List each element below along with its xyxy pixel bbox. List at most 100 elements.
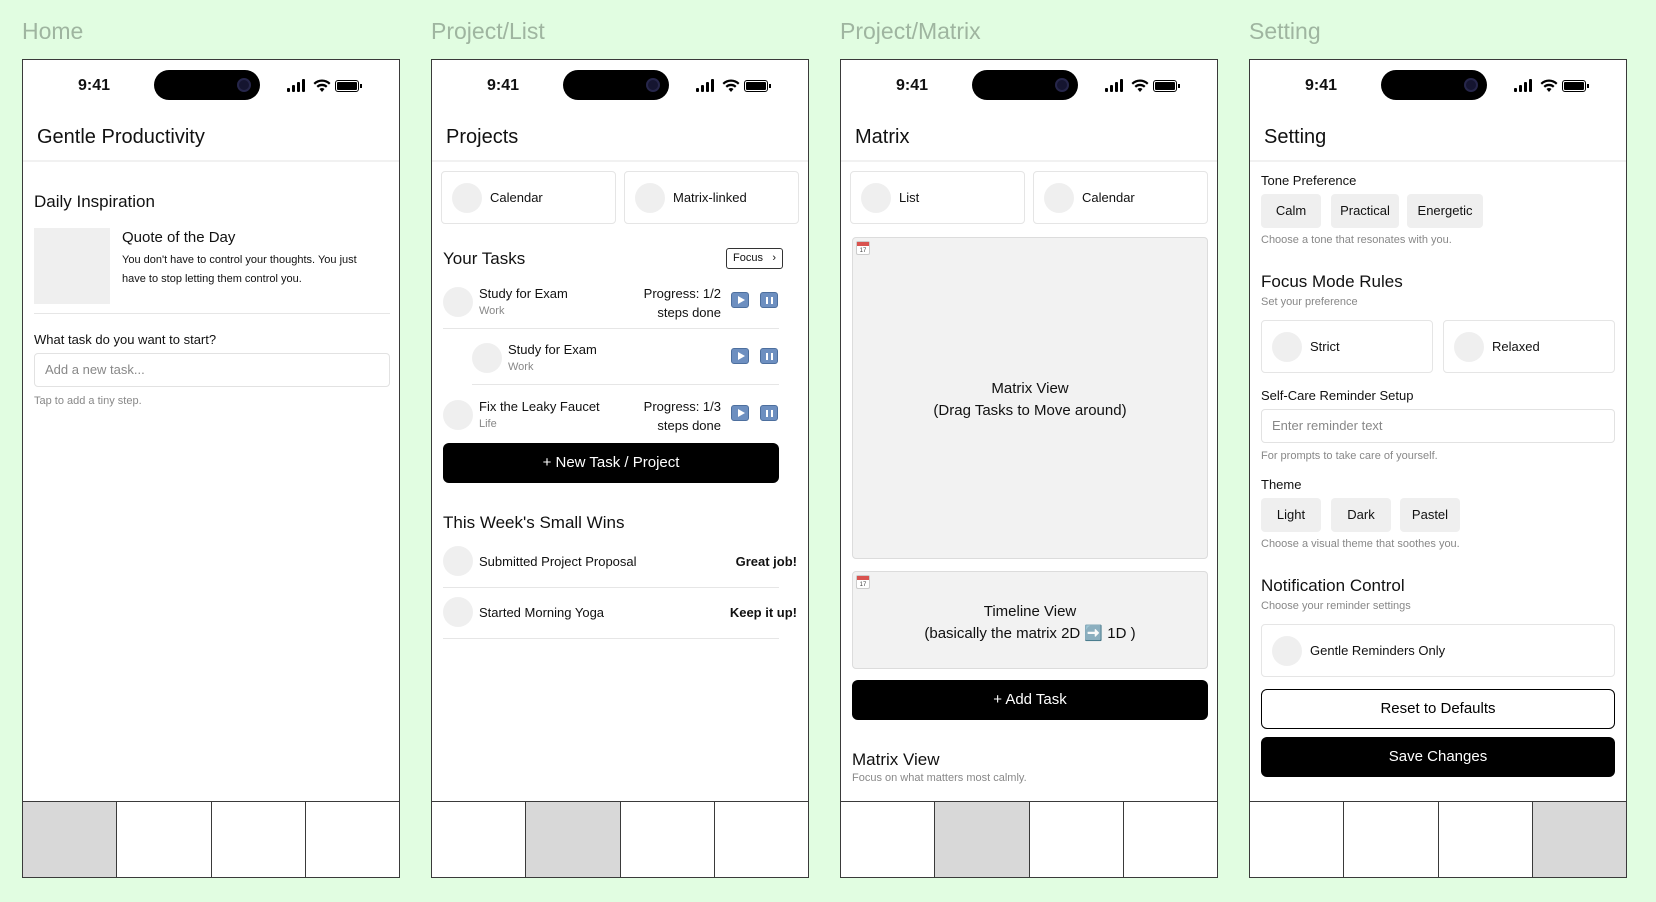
dynamic-island <box>563 70 669 100</box>
status-time: 9:41 <box>487 77 520 94</box>
calendar-icon: 17 <box>856 241 870 255</box>
tone-option-calm[interactable]: Calm <box>1261 194 1321 228</box>
tab-settings[interactable] <box>305 802 399 877</box>
tab-projects[interactable] <box>117 802 212 877</box>
header-divider <box>23 160 399 162</box>
tab-bar <box>23 801 399 877</box>
focus-label: Focus <box>733 252 763 264</box>
view-list-button[interactable]: List <box>850 171 1025 224</box>
add-task-button[interactable]: + Add Task <box>852 680 1208 720</box>
reset-defaults-button[interactable]: Reset to Defaults <box>1261 689 1615 729</box>
reminder-text-input[interactable]: Enter reminder text <box>1261 409 1615 443</box>
focus-relaxed-label: Relaxed <box>1492 339 1540 354</box>
quote-text: You don't have to control your thoughts.… <box>122 254 357 285</box>
focus-strict-label: Strict <box>1310 339 1340 354</box>
tab-projects[interactable] <box>1344 802 1439 877</box>
new-task-input[interactable]: Add a new task... <box>34 353 390 387</box>
task-name[interactable]: Study for Exam <box>508 342 597 357</box>
task-name[interactable]: Study for Exam <box>479 286 568 301</box>
theme-option-pastel[interactable]: Pastel <box>1400 498 1460 532</box>
status-bar: 9:41 <box>23 70 399 100</box>
home-screen: 9:41 Gentle Productivity Daily Inspirati… <box>22 59 400 878</box>
pause-icon[interactable] <box>760 405 778 421</box>
tab-bar <box>841 801 1217 877</box>
tab-matrix[interactable] <box>211 802 306 877</box>
dynamic-island <box>972 70 1078 100</box>
view-matrix-linked-button[interactable]: Matrix-linked <box>624 171 799 224</box>
gentle-reminders-option[interactable]: Gentle Reminders Only <box>1261 624 1615 677</box>
screen-label-matrix: Project/Matrix <box>840 18 981 44</box>
calendar-icon <box>1044 183 1074 213</box>
page-title: Projects <box>446 126 519 148</box>
screen-label-home: Home <box>22 18 84 44</box>
section-title-tasks: Your Tasks <box>443 249 526 268</box>
save-changes-button[interactable]: Save Changes <box>1261 737 1615 777</box>
tab-projects[interactable] <box>526 802 621 877</box>
status-bar: 9:41 <box>1250 70 1626 100</box>
tab-home[interactable] <box>432 802 527 877</box>
header-divider <box>841 160 1217 162</box>
status-bar: 9:41 <box>841 70 1217 100</box>
focus-strict-option[interactable]: Strict <box>1261 320 1433 373</box>
tab-settings[interactable] <box>1123 802 1217 877</box>
radio-icon <box>1272 332 1302 362</box>
project-matrix-screen: 9:41 Matrix List Calendar 17 Matrix View… <box>840 59 1218 878</box>
screen-label-list: Project/List <box>431 18 545 44</box>
tab-matrix[interactable] <box>1438 802 1533 877</box>
focus-relaxed-option[interactable]: Relaxed <box>1443 320 1615 373</box>
win-badge: Great job! <box>735 554 797 569</box>
task-name[interactable]: Fix the Leaky Faucet <box>479 399 600 414</box>
theme-option-light[interactable]: Light <box>1261 498 1321 532</box>
project-list-screen: 9:41 Projects Calendar Matrix-linked You… <box>431 59 809 878</box>
pause-icon[interactable] <box>760 348 778 364</box>
play-icon[interactable] <box>731 348 749 364</box>
pause-icon[interactable] <box>760 292 778 308</box>
list-icon <box>861 183 891 213</box>
focus-title: Focus Mode Rules <box>1261 272 1403 291</box>
view-list-label: List <box>899 190 920 205</box>
header-divider <box>432 160 808 162</box>
notification-title: Notification Control <box>1261 576 1405 595</box>
task-progress: Progress: 1/2 steps done <box>643 286 721 320</box>
tab-projects[interactable] <box>935 802 1030 877</box>
win-icon <box>443 546 473 576</box>
task-icon <box>443 400 473 430</box>
tab-bar <box>432 801 808 877</box>
tab-home[interactable] <box>841 802 936 877</box>
signal-icon <box>287 79 307 93</box>
theme-option-dark[interactable]: Dark <box>1331 498 1391 532</box>
selfcare-title: Self-Care Reminder Setup <box>1261 388 1414 403</box>
new-task-project-button[interactable]: + New Task / Project <box>443 443 779 483</box>
header-divider <box>1250 160 1626 162</box>
timeline-view-area[interactable]: 17 Timeline View (basically the matrix 2D… <box>852 571 1208 669</box>
tab-home[interactable] <box>1250 802 1345 877</box>
page-title: Setting <box>1264 126 1327 148</box>
focus-button[interactable]: Focus › <box>726 248 783 269</box>
setting-screen: 9:41 Setting Tone Preference Calm Practi… <box>1249 59 1627 878</box>
radio-icon <box>1272 636 1302 666</box>
divider <box>443 638 779 639</box>
tab-matrix[interactable] <box>1029 802 1124 877</box>
view-calendar-label: Calendar <box>490 190 543 205</box>
task-category: Work <box>479 305 505 317</box>
tone-option-practical[interactable]: Practical <box>1331 194 1399 228</box>
matrix-view-area[interactable]: 17 Matrix View (Drag Tasks to Move around… <box>852 237 1208 559</box>
gentle-reminders-label: Gentle Reminders Only <box>1310 643 1446 658</box>
battery-icon <box>1153 80 1180 92</box>
tab-home[interactable] <box>23 802 118 877</box>
timeline-view-caption: Timeline View (basically the matrix 2D ➡️… <box>924 603 1136 642</box>
win-name: Started Morning Yoga <box>479 605 605 620</box>
tab-settings[interactable] <box>1532 802 1626 877</box>
play-icon[interactable] <box>731 405 749 421</box>
play-icon[interactable] <box>731 292 749 308</box>
view-calendar-button[interactable]: Calendar <box>441 171 616 224</box>
tab-settings[interactable] <box>714 802 808 877</box>
tab-matrix[interactable] <box>620 802 715 877</box>
matrix-icon <box>635 183 665 213</box>
tab-bar <box>1250 801 1626 877</box>
task-category: Life <box>479 418 497 430</box>
tone-option-energetic[interactable]: Energetic <box>1407 194 1483 228</box>
task-progress: Progress: 1/3 steps done <box>643 399 721 433</box>
divider <box>443 587 779 588</box>
view-calendar-button[interactable]: Calendar <box>1033 171 1208 224</box>
